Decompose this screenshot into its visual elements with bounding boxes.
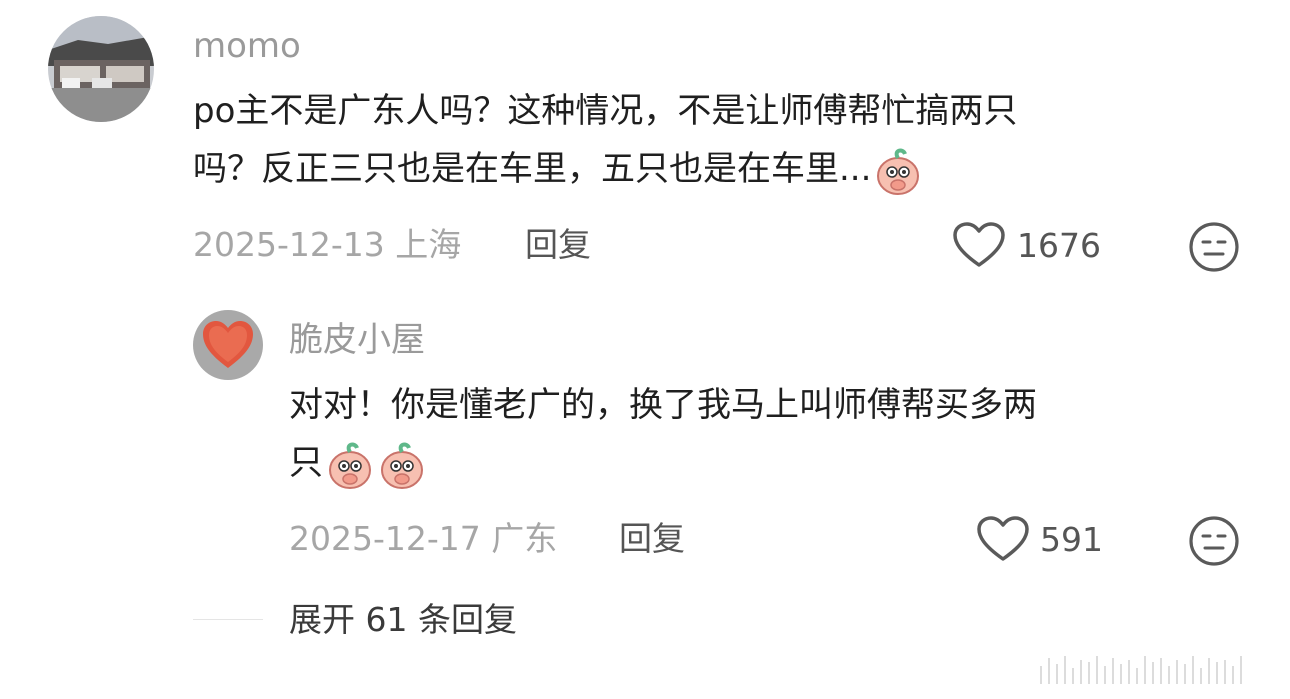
comment-text: po主不是广东人吗？这种情况，不是让师傅帮忙搞两只 吗？反正三只也是在车里，五只… xyxy=(193,82,1233,198)
comment-text-line2-wrap: 吗？反正三只也是在车里，五只也是在车里... xyxy=(193,140,1233,198)
reply-text-line2: 只 xyxy=(289,443,323,483)
reply-text: 对对！你是懂老广的，换了我马上叫师傅帮买多两 只 xyxy=(289,376,1229,492)
avatar-momo[interactable] xyxy=(48,16,154,122)
comment-reply-button[interactable]: 回复 xyxy=(525,225,591,265)
like-icon[interactable] xyxy=(953,222,1005,268)
reply-text-line2-wrap: 只 xyxy=(289,434,1229,492)
comment-text-line1: po主不是广东人吗？这种情况，不是让师傅帮忙搞两只 xyxy=(193,91,1018,131)
reply-date-location: 2025-12-17 广东 xyxy=(289,519,558,558)
comment-text-line2: 吗？反正三只也是在车里，五只也是在车里... xyxy=(193,149,872,189)
reply-username[interactable]: 脆皮小屋 xyxy=(289,320,425,360)
reply-like-count: 591 xyxy=(1040,520,1103,559)
expand-divider xyxy=(193,619,263,620)
reply-reply-button[interactable]: 回复 xyxy=(619,519,685,559)
comment-date-location: 2025-12-13 上海 xyxy=(193,225,462,264)
peach-cover-mouth-icon xyxy=(377,440,427,490)
comment-like-count: 1676 xyxy=(1017,226,1101,265)
watermark xyxy=(1040,656,1248,686)
reply-text-line1: 对对！你是懂老广的，换了我马上叫师傅帮买多两 xyxy=(289,385,1037,425)
dislike-face-icon[interactable] xyxy=(1188,515,1240,567)
comment-username[interactable]: momo xyxy=(193,26,301,66)
expand-replies-button[interactable]: 展开 61 条回复 xyxy=(289,600,517,640)
dislike-face-icon[interactable] xyxy=(1188,221,1240,273)
like-icon[interactable] xyxy=(977,516,1029,562)
avatar-cuipixiaowu[interactable] xyxy=(193,310,263,380)
peach-cover-mouth-icon xyxy=(873,146,923,196)
peach-cover-mouth-icon xyxy=(325,440,375,490)
